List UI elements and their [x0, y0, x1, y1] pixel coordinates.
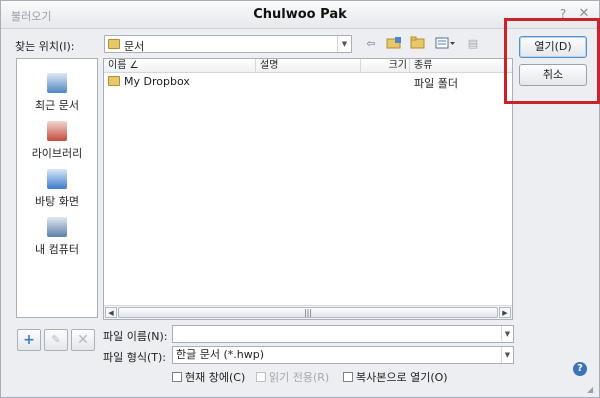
chevron-down-icon[interactable]: ▼	[501, 326, 513, 342]
column-type[interactable]: 종류	[410, 59, 512, 73]
resize-grip-icon[interactable]: ◢	[587, 385, 593, 394]
read-only-label: 읽기 전용(R)	[269, 371, 330, 384]
file-type-value: 한글 문서 (*.hwp)	[176, 348, 265, 361]
place-library[interactable]: 라이브러리	[17, 121, 97, 161]
tools-icon[interactable]: ▤	[465, 36, 481, 52]
desktop-icon	[47, 169, 67, 189]
open-copy-checkbox[interactable]: 복사본으로 열기(O)	[343, 369, 448, 385]
scroll-left-icon[interactable]: ◀	[105, 307, 117, 318]
chevron-down-icon[interactable]: ▼	[337, 36, 351, 52]
back-icon[interactable]: ⇦	[363, 36, 379, 52]
folder-icon	[108, 39, 120, 49]
file-type-select[interactable]: 한글 문서 (*.hwp) ▼	[172, 346, 514, 364]
list-item[interactable]: My Dropbox 파일 폴더	[104, 74, 512, 90]
computer-icon	[47, 217, 67, 237]
open-button[interactable]: 열기(D)	[519, 36, 587, 58]
look-in-dropdown[interactable]: 문서 ▼	[104, 35, 352, 53]
add-icon[interactable]: +	[17, 329, 41, 351]
current-window-label: 현재 창에(C)	[185, 371, 246, 384]
place-my-computer[interactable]: 내 컴퓨터	[17, 217, 97, 257]
column-size[interactable]: 크기	[361, 59, 410, 73]
file-type-label: 파일 형식(T):	[103, 351, 166, 364]
file-name-label: 파일 이름(N):	[103, 330, 168, 343]
checkbox-icon	[172, 372, 182, 382]
place-desktop[interactable]: 바탕 화면	[17, 169, 97, 209]
folder-up-icon[interactable]	[386, 36, 402, 52]
edit-icon[interactable]: ✎	[44, 329, 68, 351]
recent-documents-icon	[47, 73, 67, 93]
cancel-button[interactable]: 취소	[519, 64, 587, 86]
look-in-label: 찾는 위치(I):	[15, 40, 75, 53]
place-recent-documents[interactable]: 최근 문서	[17, 73, 97, 113]
checkbox-icon	[256, 372, 266, 382]
view-menu-icon[interactable]	[435, 36, 457, 52]
column-name[interactable]: 이름 ∠	[104, 59, 256, 73]
place-label: 최근 문서	[35, 99, 79, 112]
read-only-checkbox[interactable]: 읽기 전용(R)	[256, 369, 329, 385]
current-window-checkbox[interactable]: 현재 창에(C)	[172, 369, 245, 385]
help-icon[interactable]: ?	[573, 362, 587, 376]
place-label: 바탕 화면	[35, 195, 79, 208]
open-dialog: 불러오기 Chulwoo Pak ? ✕ 찾는 위치(I): 문서 ▼ ⇦ ▤ …	[0, 0, 600, 398]
column-description[interactable]: 설명	[256, 59, 361, 73]
places-bar: 최근 문서 라이브러리 바탕 화면 내 컴퓨터	[16, 58, 98, 318]
file-name-input[interactable]: ▼	[172, 325, 514, 343]
file-list-header: 이름 ∠ 설명 크기 종류	[104, 59, 512, 73]
highlight-frame	[504, 18, 600, 104]
chevron-down-icon[interactable]: ▼	[501, 347, 513, 363]
open-copy-label: 복사본으로 열기(O)	[356, 371, 448, 384]
new-folder-icon[interactable]	[410, 36, 426, 52]
folder-icon	[108, 76, 120, 86]
delete-icon[interactable]: ✕	[71, 329, 95, 351]
library-icon	[47, 121, 67, 141]
file-name: My Dropbox	[124, 75, 190, 88]
scroll-right-icon[interactable]: ▶	[499, 307, 511, 318]
place-label: 내 컴퓨터	[35, 243, 79, 256]
place-label: 라이브러리	[31, 147, 83, 160]
file-type: 파일 폴더	[414, 77, 458, 90]
horizontal-scrollbar[interactable]: ◀ ||| ▶	[104, 305, 512, 319]
scroll-thumb[interactable]: |||	[118, 307, 498, 318]
file-list[interactable]: 이름 ∠ 설명 크기 종류 My Dropbox 파일 폴더 ◀ ||| ▶	[103, 58, 513, 320]
checkbox-icon	[343, 372, 353, 382]
look-in-value: 문서	[124, 40, 145, 53]
